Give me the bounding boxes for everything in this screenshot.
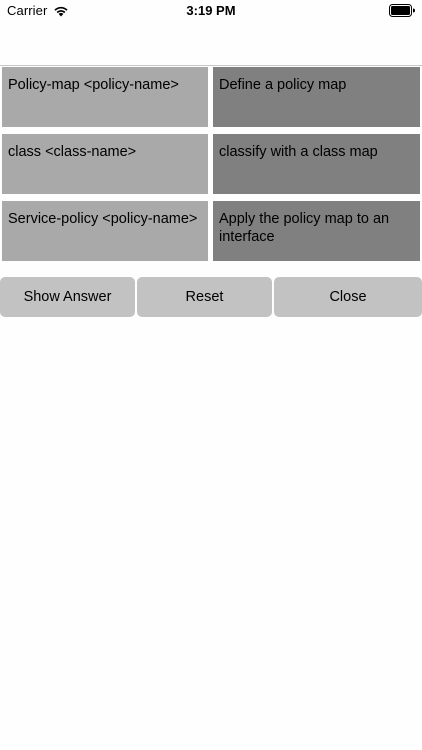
status-bar: Carrier 3:19 PM xyxy=(0,0,422,22)
term-label: Policy-map <policy-name> xyxy=(8,77,179,93)
navigation-bar xyxy=(0,22,422,65)
term-label: class <class-name> xyxy=(8,144,137,160)
show-answer-button[interactable]: Show Answer xyxy=(0,277,135,317)
term-label: Service-policy <policy-name> xyxy=(8,211,198,227)
definition-cell-2[interactable]: classify with a class map xyxy=(213,134,420,194)
definition-cell-3[interactable]: Apply the policy map to an interface xyxy=(213,201,420,261)
status-time: 3:19 PM xyxy=(186,3,236,18)
term-cell-1[interactable]: Policy-map <policy-name> xyxy=(2,67,208,127)
definition-label: Apply the policy map to an interface xyxy=(219,211,390,245)
reset-button[interactable]: Reset xyxy=(137,277,272,317)
close-button[interactable]: Close xyxy=(274,277,422,317)
term-cell-2[interactable]: class <class-name> xyxy=(2,134,208,194)
close-label: Close xyxy=(329,289,367,305)
screen: Carrier 3:19 PM Policy-map <policy-name>… xyxy=(0,0,422,750)
reset-label: Reset xyxy=(185,289,224,305)
definition-label: classify with a class map xyxy=(219,144,378,160)
definition-cell-1[interactable]: Define a policy map xyxy=(213,67,420,127)
navigation-divider xyxy=(0,65,422,66)
battery-icon xyxy=(389,4,415,17)
definition-label: Define a policy map xyxy=(219,77,347,93)
term-cell-3[interactable]: Service-policy <policy-name> xyxy=(2,201,208,261)
show-answer-label: Show Answer xyxy=(23,289,112,305)
